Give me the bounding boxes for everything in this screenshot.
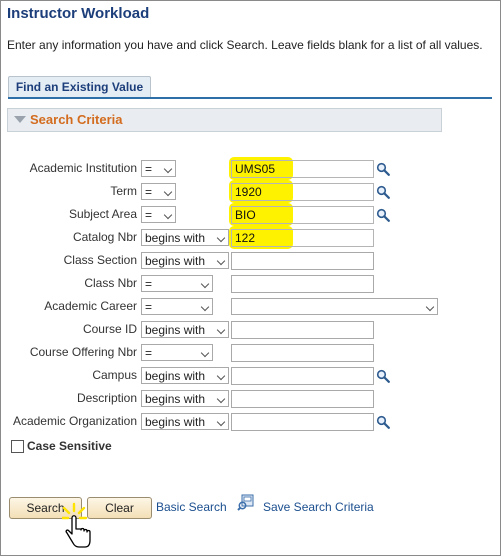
campus-input[interactable] (231, 367, 374, 385)
term-operator-select[interactable]: = (141, 183, 176, 200)
class-nbr-input[interactable] (231, 275, 374, 293)
chevron-down-icon (216, 417, 226, 427)
academic-organization-lookup-icon[interactable] (376, 415, 390, 429)
chevron-down-icon (216, 233, 226, 243)
chevron-down-icon (163, 164, 173, 174)
term-input[interactable]: 1920 (231, 183, 374, 201)
course-id-operator-select[interactable]: begins with (141, 321, 229, 338)
class-section-label: Class Section (63, 253, 137, 267)
chevron-down-icon (216, 325, 226, 335)
course-offering-nbr-input[interactable] (231, 344, 374, 362)
operator-value: = (145, 208, 153, 222)
chevron-down-icon (200, 279, 210, 289)
academic-institution-label: Academic Institution (29, 161, 137, 175)
operator-value: begins with (145, 231, 206, 245)
academic-career-value-select[interactable] (231, 298, 438, 315)
operator-value: = (145, 162, 153, 176)
operator-value: begins with (145, 323, 206, 337)
operator-value: = (145, 277, 153, 291)
collapse-triangle-icon[interactable] (14, 116, 26, 123)
section-title: Search Criteria (30, 112, 123, 127)
subject-area-label: Subject Area (68, 207, 137, 221)
save-search-criteria-link[interactable]: Save Search Criteria (263, 500, 374, 514)
class-nbr-label: Class Nbr (84, 276, 137, 290)
course-id-label: Course ID (82, 322, 137, 336)
operator-value: begins with (145, 254, 206, 268)
academic-organization-label: Academic Organization (12, 414, 137, 428)
basic-search-link[interactable]: Basic Search (156, 500, 227, 514)
subject-area-operator-select[interactable]: = (141, 206, 176, 223)
catalog-nbr-input[interactable]: 122 (231, 229, 374, 247)
chevron-down-icon (163, 210, 173, 220)
chevron-down-icon (200, 302, 210, 312)
class-section-operator-select[interactable]: begins with (141, 252, 229, 269)
chevron-down-icon (216, 256, 226, 266)
operator-value: begins with (145, 369, 206, 383)
tab-find-existing-value[interactable]: Find an Existing Value (8, 76, 151, 97)
campus-lookup-icon[interactable] (376, 369, 390, 383)
save-search-icon[interactable] (237, 494, 256, 511)
description-label: Description (76, 391, 137, 405)
academic-organization-operator-select[interactable]: begins with (141, 413, 229, 430)
subject-area-lookup-icon[interactable] (376, 208, 390, 222)
catalog-nbr-label: Catalog Nbr (72, 230, 137, 244)
operator-value: = (145, 300, 153, 314)
operator-value: = (145, 346, 153, 360)
class-nbr-operator-select[interactable]: = (141, 275, 213, 292)
case-sensitive-label: Case Sensitive (27, 439, 112, 453)
course-offering-nbr-operator-select[interactable]: = (141, 344, 213, 361)
page-title: Instructor Workload (7, 5, 150, 22)
course-offering-nbr-label: Course Offering Nbr (29, 345, 137, 359)
case-sensitive-checkbox[interactable] (11, 440, 24, 453)
chevron-down-icon (200, 348, 210, 358)
chevron-down-icon (163, 187, 173, 197)
catalog-nbr-operator-select[interactable]: begins with (141, 229, 229, 246)
page-instructions: Enter any information you have and click… (7, 38, 483, 52)
term-lookup-icon[interactable] (376, 185, 390, 199)
chevron-down-icon (216, 371, 226, 381)
operator-value: begins with (145, 392, 206, 406)
course-id-input[interactable] (231, 321, 374, 339)
description-operator-select[interactable]: begins with (141, 390, 229, 407)
search-criteria-header[interactable]: Search Criteria (7, 108, 442, 132)
academic-organization-input[interactable] (231, 413, 374, 431)
term-label: Term (110, 184, 137, 198)
campus-label: Campus (92, 368, 137, 382)
subject-area-input[interactable]: BIO (231, 206, 374, 224)
academic-institution-input[interactable]: UMS05 (231, 160, 374, 178)
clear-button[interactable]: Clear (87, 497, 152, 519)
chevron-down-icon (425, 302, 435, 312)
description-input[interactable] (231, 390, 374, 408)
academic-career-operator-select[interactable]: = (141, 298, 213, 315)
academic-institution-operator-select[interactable]: = (141, 160, 176, 177)
hand-pointer-icon (62, 502, 91, 548)
class-section-input[interactable] (231, 252, 374, 270)
chevron-down-icon (216, 394, 226, 404)
academic-career-label: Academic Career (44, 299, 137, 313)
tab-underline (8, 97, 492, 99)
campus-operator-select[interactable]: begins with (141, 367, 229, 384)
operator-value: = (145, 185, 153, 199)
academic-institution-lookup-icon[interactable] (376, 162, 390, 176)
operator-value: begins with (145, 415, 206, 429)
